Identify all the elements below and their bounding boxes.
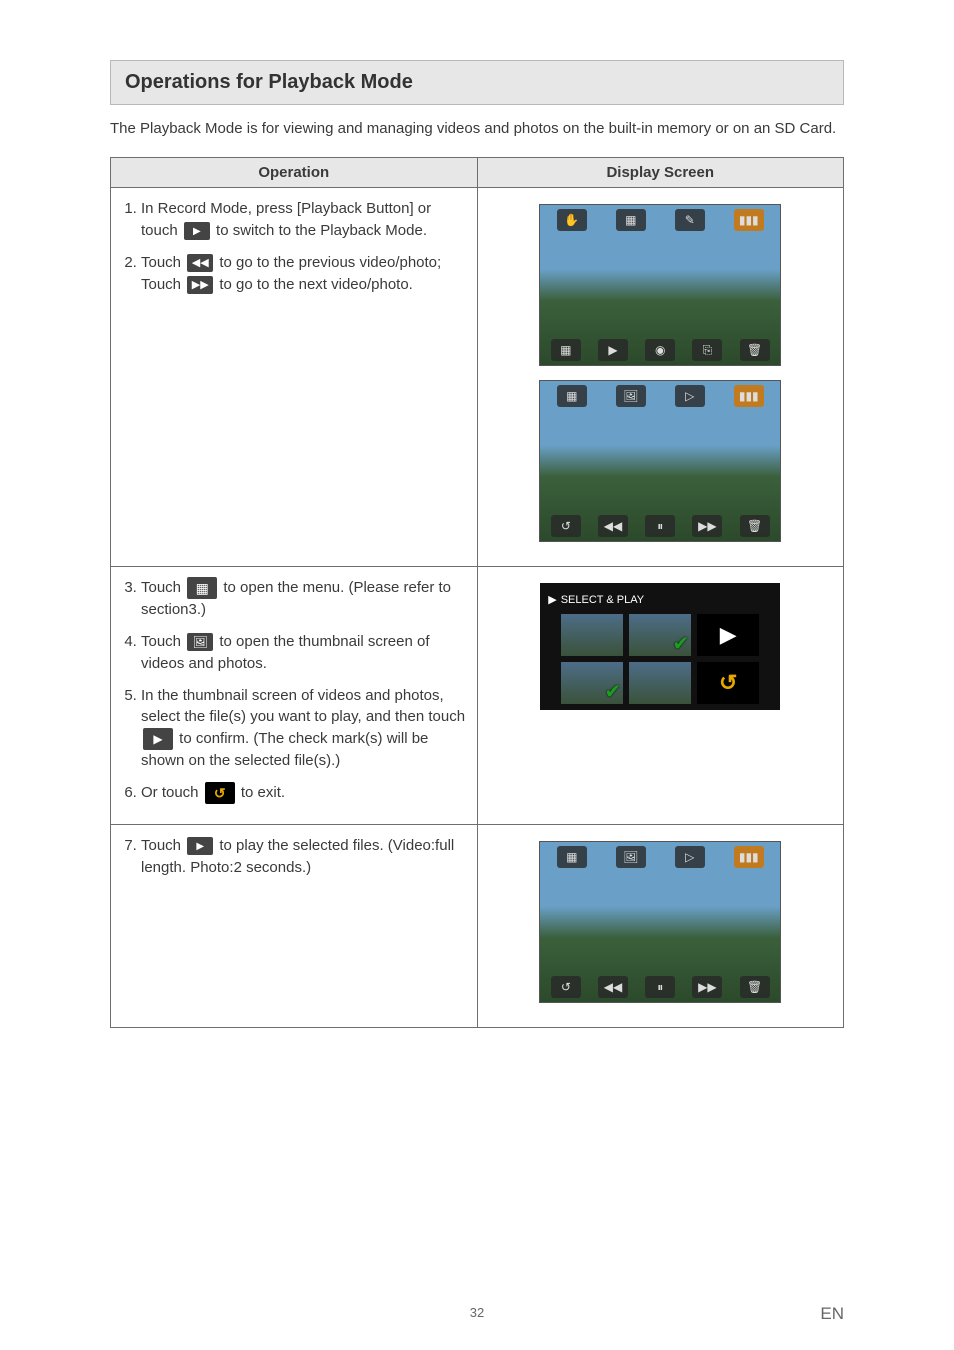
battery-icon: ▮▮▮ (734, 385, 764, 407)
thumbs-icon: 🖼 (616, 385, 646, 407)
trash-icon: 🗑 (740, 976, 770, 998)
step-7: Touch to play the selected files. (Video… (141, 835, 467, 879)
screen-btn: ✎ (675, 209, 705, 231)
table-row: Touch to play the selected files. (Video… (111, 824, 844, 1027)
back-button-cell: ↺ (697, 662, 759, 704)
play-icon (184, 222, 210, 240)
text: Touch (141, 254, 185, 271)
trash-icon: 🗑 (740, 339, 770, 361)
col-header-operation: Operation (111, 158, 478, 188)
thumbs-icon (187, 633, 213, 651)
slideshow-icon: ▷ (675, 846, 705, 868)
col-header-display: Display Screen (477, 158, 844, 188)
intro-text: The Playback Mode is for viewing and man… (110, 119, 844, 139)
table-row: Touch to open the menu. (Please refer to… (111, 567, 844, 825)
language-label: EN (820, 1304, 844, 1324)
text: In the thumbnail screen of videos and ph… (141, 687, 465, 726)
prev-icon (187, 254, 213, 272)
light-icon: ⎘ (692, 339, 722, 361)
back-icon: ↺ (551, 976, 581, 998)
thumbnail-cell (561, 614, 623, 656)
screen-btn: ▦ (616, 209, 646, 231)
menu-icon: ▦ (557, 846, 587, 868)
section-header: Operations for Playback Mode (110, 60, 844, 105)
step-4: Touch to open the thumbnail screen of vi… (141, 631, 467, 675)
operations-table: Operation Display Screen In Record Mode,… (110, 157, 844, 1028)
battery-icon: ▮▮▮ (734, 846, 764, 868)
pause-icon: ⏸ (645, 515, 675, 537)
step-3: Touch to open the menu. (Please refer to… (141, 577, 467, 621)
battery-icon: ▮▮▮ (734, 209, 764, 231)
next-icon (187, 276, 213, 294)
display-screen-playing: ▦ 🖼 ▷ ▮▮▮ ↺ ◀◀ ⏸ ▶▶ 🗑 (539, 841, 781, 1003)
text: Touch (141, 837, 185, 854)
screen-btn: ✋ (557, 209, 587, 231)
text: Or touch (141, 784, 203, 801)
camera-icon: ◉ (645, 339, 675, 361)
thumbs-icon: 🖼 (616, 846, 646, 868)
menu-icon: ▦ (557, 385, 587, 407)
prev-icon: ◀◀ (598, 976, 628, 998)
text: to confirm. (The check mark(s) will be s… (141, 730, 428, 769)
menu-icon: ▦ (551, 339, 581, 361)
confirm-play-icon (143, 728, 173, 750)
text: Touch (141, 579, 185, 596)
thumbnail-cell-checked (561, 662, 623, 704)
next-icon: ▶▶ (692, 976, 722, 998)
trash-icon: 🗑 (740, 515, 770, 537)
play-icon: ▶ (598, 339, 628, 361)
menu-icon (187, 577, 217, 599)
step-6: Or touch to exit. (141, 782, 467, 804)
select-play-title: SELECT & PLAY (561, 594, 644, 606)
text: to switch to the Playback Mode. (216, 222, 427, 239)
display-screen-playback: ▦ 🖼 ▷ ▮▮▮ ↺ ◀◀ ⏸ ▶▶ 🗑 (539, 380, 781, 542)
slideshow-icon: ▷ (675, 385, 705, 407)
pause-icon: ⏸ (645, 976, 675, 998)
play-icon (187, 837, 213, 855)
next-icon: ▶▶ (692, 515, 722, 537)
page-number: 32 (0, 1305, 954, 1320)
step-1: In Record Mode, press [Playback Button] … (141, 198, 467, 242)
step-2: Touch to go to the previous video/photo;… (141, 252, 467, 296)
text: to go to the next video/photo. (219, 276, 412, 293)
section-title: Operations for Playback Mode (125, 71, 829, 94)
table-row: In Record Mode, press [Playback Button] … (111, 188, 844, 567)
flag-icon: ▶ (548, 593, 556, 606)
select-play-screen: ▶ SELECT & PLAY ▶ ↺ (540, 583, 780, 710)
text: Touch (141, 633, 185, 650)
prev-icon: ◀◀ (598, 515, 628, 537)
play-button-cell: ▶ (697, 614, 759, 656)
thumbnail-cell-checked (629, 614, 691, 656)
back-icon: ↺ (551, 515, 581, 537)
step-5: In the thumbnail screen of videos and ph… (141, 685, 467, 772)
display-screen-record: ✋ ▦ ✎ ▮▮▮ ▦ ▶ ◉ ⎘ 🗑 (539, 204, 781, 366)
text: to exit. (241, 784, 285, 801)
thumbnail-cell (629, 662, 691, 704)
back-icon (205, 782, 235, 804)
